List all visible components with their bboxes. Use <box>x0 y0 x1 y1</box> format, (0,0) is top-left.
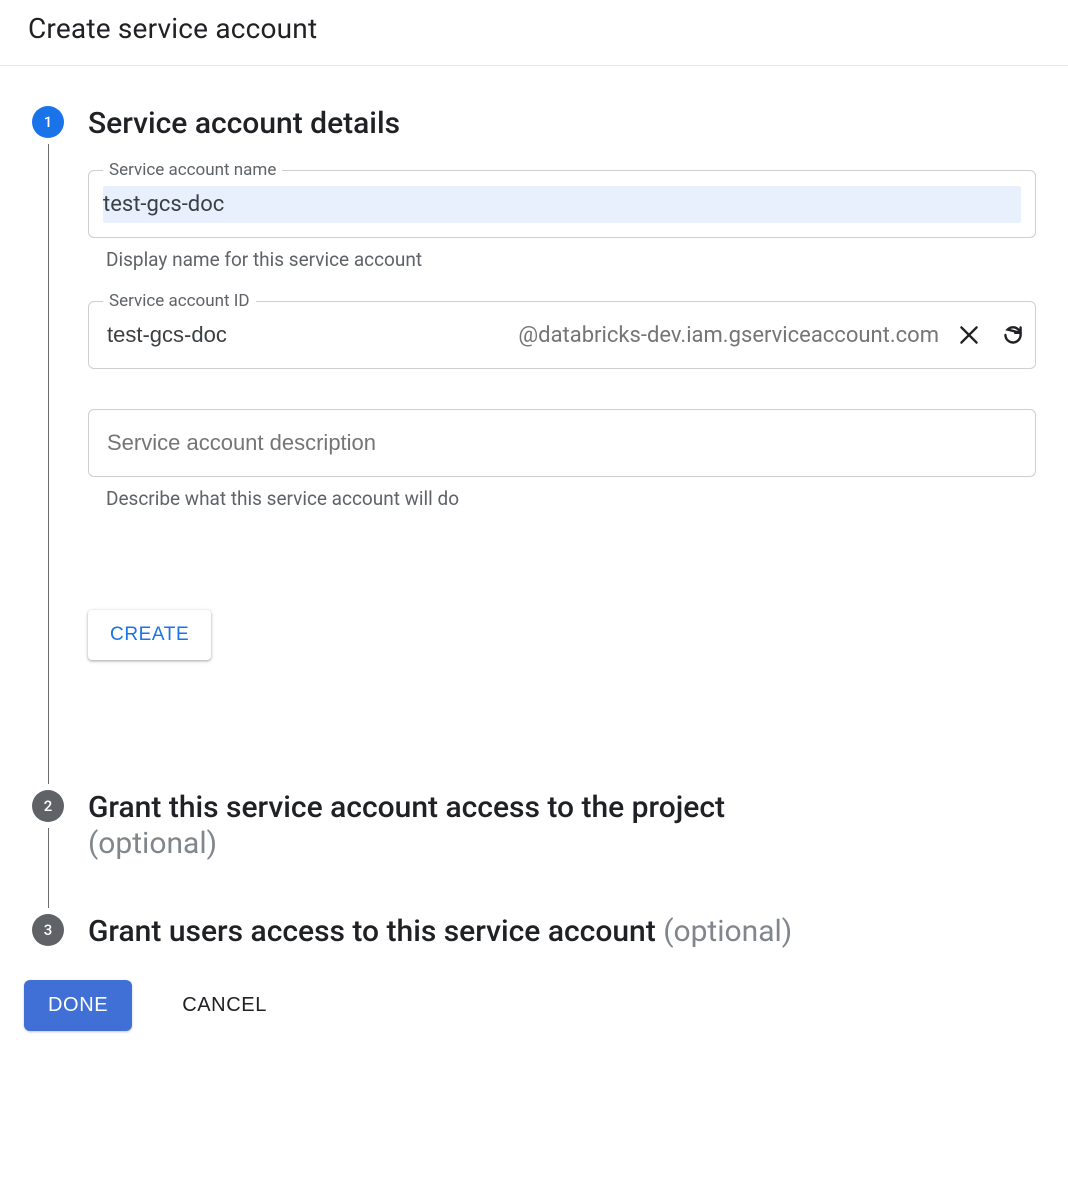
create-service-account-page: Create service account 1 Service account… <box>0 0 1068 1071</box>
page-title: Create service account <box>28 12 1040 45</box>
service-account-name-field: Service account name test-gcs-doc Displa… <box>88 170 1036 271</box>
step-1-body: Service account details Service account … <box>72 106 1044 690</box>
footer-actions: DONE CANCEL <box>24 950 1044 1031</box>
step-1-rail: 1 <box>24 106 72 790</box>
step-2-connector <box>48 828 49 908</box>
service-account-id-suffix: @databricks-dev.iam.gserviceaccount.com <box>518 323 947 348</box>
step-2-badge: 2 <box>32 790 64 822</box>
service-account-name-input[interactable]: test-gcs-doc <box>103 186 1021 223</box>
step-2-body: Grant this service account access to the… <box>72 790 1044 862</box>
step-2-optional: (optional) <box>88 826 217 861</box>
step-3-body: Grant users access to this service accou… <box>72 914 1044 950</box>
step-3-optional: (optional) <box>663 914 792 949</box>
step-2[interactable]: 2 Grant this service account access to t… <box>24 790 1044 914</box>
step-3-badge: 3 <box>32 914 64 946</box>
step-1-badge: 1 <box>32 106 64 138</box>
stepper: 1 Service account details Service accoun… <box>24 106 1044 950</box>
page-header: Create service account <box>0 0 1068 66</box>
done-button[interactable]: DONE <box>24 980 132 1031</box>
service-account-id-field: Service account ID @databricks-dev.iam.g… <box>88 301 1036 369</box>
step-1-connector <box>48 144 49 784</box>
refresh-icon <box>1000 322 1026 348</box>
service-account-name-outline: Service account name test-gcs-doc <box>88 170 1036 238</box>
cancel-button[interactable]: CANCEL <box>174 980 275 1031</box>
service-account-id-outline: Service account ID @databricks-dev.iam.g… <box>88 301 1036 369</box>
step-2-title: Grant this service account access to the… <box>88 790 1036 862</box>
page-content: 1 Service account details Service accoun… <box>0 66 1068 1071</box>
step-2-rail: 2 <box>24 790 72 914</box>
step-3-title: Grant users access to this service accou… <box>88 914 1036 950</box>
service-account-id-input[interactable] <box>89 313 518 357</box>
service-account-name-label: Service account name <box>103 160 282 180</box>
service-account-description-helper: Describe what this service account will … <box>88 487 1036 510</box>
service-account-description-outline <box>88 409 1036 477</box>
service-account-id-label: Service account ID <box>103 291 256 311</box>
step-3-title-text: Grant users access to this service accou… <box>88 914 656 949</box>
service-account-description-input[interactable] <box>89 421 1035 465</box>
service-account-name-helper: Display name for this service account <box>88 248 1036 271</box>
step-2-title-text: Grant this service account access to the… <box>88 790 725 825</box>
regenerate-id-button[interactable] <box>991 313 1035 357</box>
step-1: 1 Service account details Service accoun… <box>24 106 1044 790</box>
step-1-title: Service account details <box>88 106 1036 142</box>
close-icon <box>956 322 982 348</box>
clear-id-button[interactable] <box>947 313 991 357</box>
step-3[interactable]: 3 Grant users access to this service acc… <box>24 914 1044 950</box>
create-button[interactable]: CREATE <box>88 610 211 660</box>
service-account-description-field: Describe what this service account will … <box>88 409 1036 510</box>
step-3-rail: 3 <box>24 914 72 946</box>
